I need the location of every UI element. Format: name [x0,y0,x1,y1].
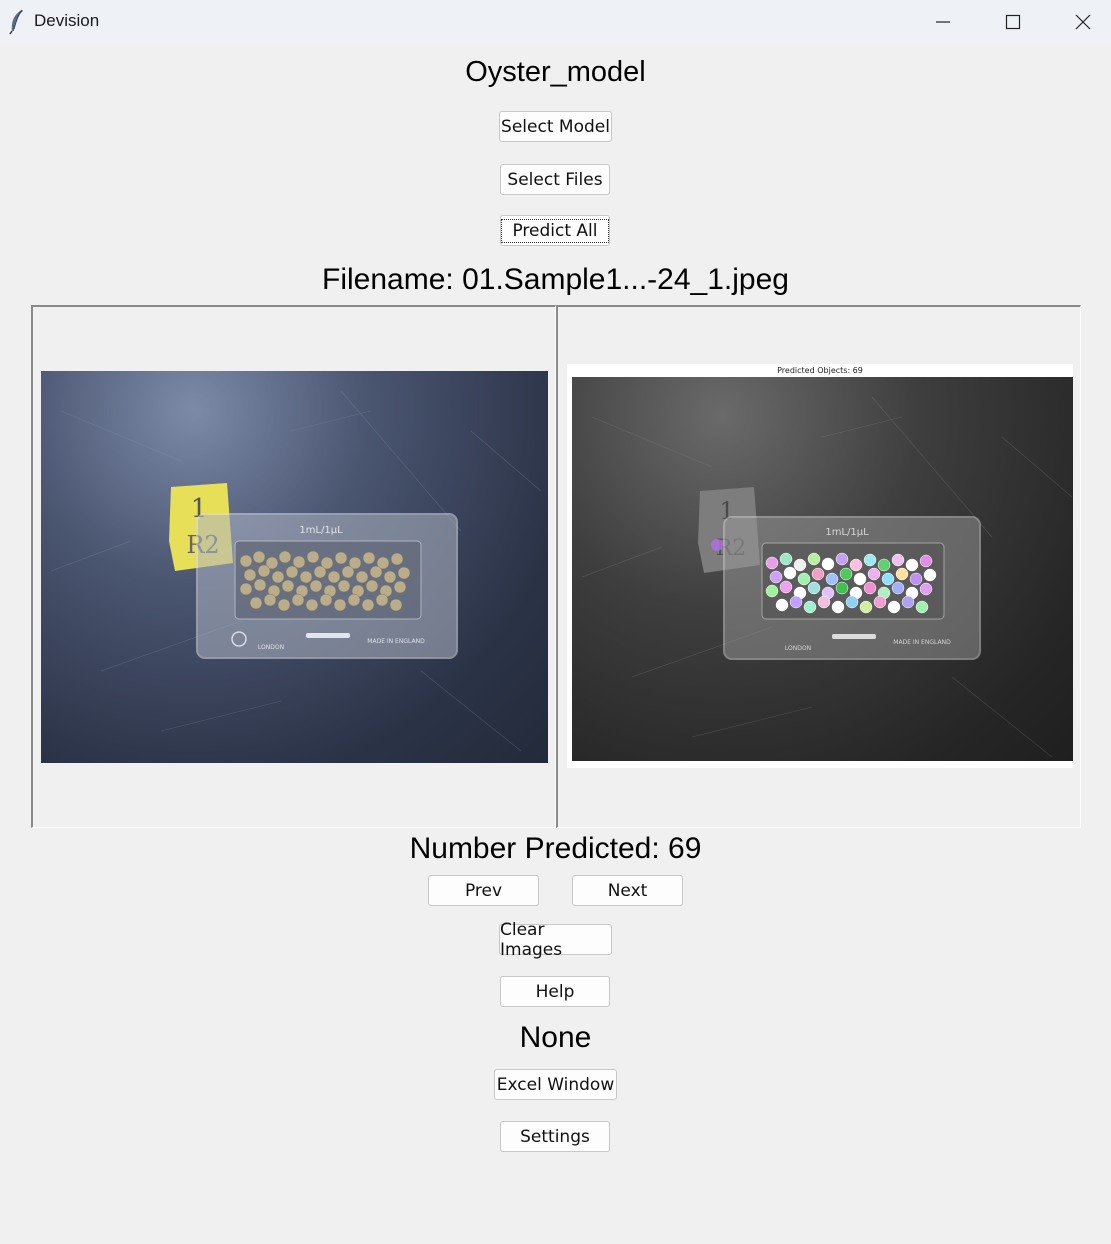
minimize-button[interactable] [908,0,978,44]
title-bar: Devision [0,0,1111,44]
predicted-photo: 1 R2 1mL/1µL LONDON MADE IN ENGLAND [572,377,1073,761]
minimize-icon [936,21,950,23]
number-predicted-label: Number Predicted: 69 [409,832,702,865]
window-title: Devision [34,11,100,30]
next-button[interactable]: Next [572,875,683,906]
predict-all-label: Predict All [501,218,609,243]
pred-slide-top-text: 1mL/1µL [825,527,869,538]
close-button[interactable] [1048,0,1111,44]
close-icon [1075,14,1091,30]
prev-button[interactable]: Prev [428,875,539,906]
maximize-button[interactable] [978,0,1048,44]
original-image-panel: 1 R2 1mL/1µL LONDON MADE IN ENGLAND [31,305,556,828]
predict-all-button[interactable]: Predict All [500,215,610,246]
predicted-image-panel: Predicted Objects: 69 1 R2 1mL/1µL LONDO… [556,305,1081,828]
status-label: None [519,1021,592,1054]
model-title: Oyster_model [465,56,646,88]
select-files-button[interactable]: Select Files [500,164,610,195]
predicted-objects-header: Predicted Objects: 69 [777,366,863,375]
slide-left-text: LONDON [258,644,284,651]
slide-right-text: MADE IN ENGLAND [367,638,425,645]
original-photo-drawing: 1 R2 1mL/1µL LONDON MADE IN ENGLAND [50,390,542,752]
slide-top-text: 1mL/1µL [299,525,343,536]
pred-slide-left-text: LONDON [785,645,811,652]
feather-icon [9,9,23,35]
pred-slide-right-text: MADE IN ENGLAND [893,639,951,646]
select-model-button[interactable]: Select Model [499,111,612,142]
excel-window-button[interactable]: Excel Window [494,1069,617,1100]
predicted-photo-drawing: 1 R2 1mL/1µL LONDON MADE IN ENGLAND [581,396,1073,758]
maximize-icon [1005,14,1021,30]
clear-images-button[interactable]: Clear Images [499,920,612,960]
predicted-image: Predicted Objects: 69 1 R2 1mL/1µL LONDO… [567,364,1073,768]
original-image: 1 R2 1mL/1µL LONDON MADE IN ENGLAND [41,371,548,763]
help-button[interactable]: Help [500,976,610,1007]
settings-button[interactable]: Settings [500,1121,610,1152]
filename-label: Filename: 01.Sample1...-24_1.jpeg [322,263,789,296]
